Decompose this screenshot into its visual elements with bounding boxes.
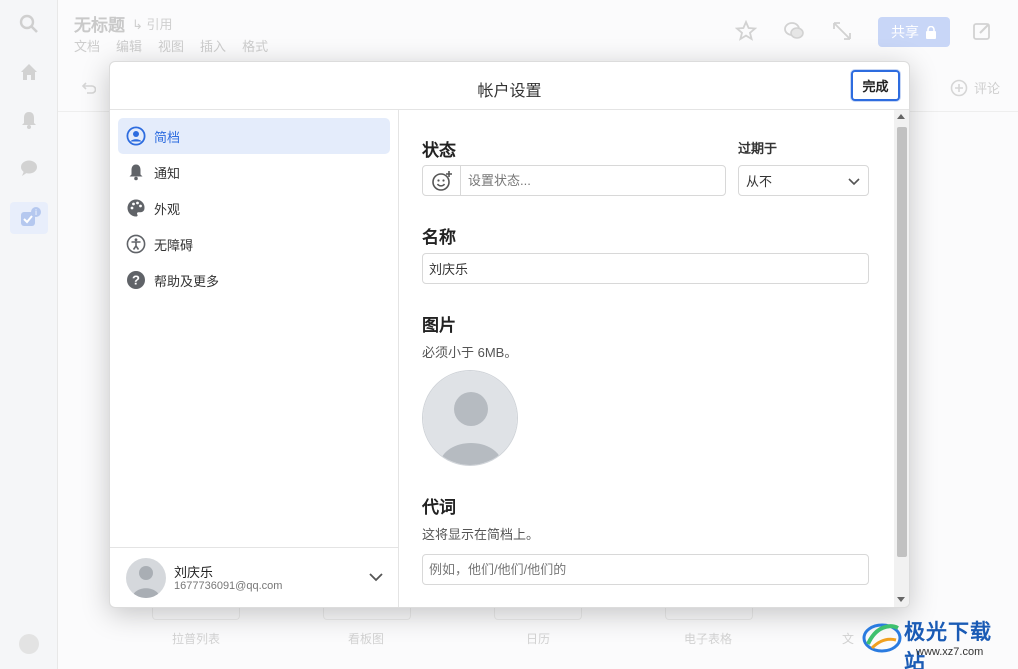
- template-label: 日历: [526, 632, 551, 646]
- sidebar-item-label: 帮助及更多: [154, 273, 220, 289]
- doc-title: 无标题: [74, 16, 125, 35]
- scroll-up-arrow-icon[interactable]: [897, 114, 905, 119]
- aurora-logo-icon: [862, 623, 902, 653]
- name-field[interactable]: [422, 253, 869, 284]
- sidebar-item-label: 简档: [154, 129, 181, 145]
- sidebar-item-label: 通知: [154, 165, 181, 181]
- status-heading: 状态: [422, 141, 456, 160]
- sidebar-item-help[interactable]: ? 帮助及更多: [118, 262, 390, 298]
- expire-select[interactable]: 从不: [738, 165, 869, 196]
- template-label: 拉普列表: [172, 632, 221, 646]
- tasks-icon[interactable]: i: [10, 202, 48, 234]
- add-emoji-button[interactable]: [423, 166, 461, 195]
- dialog-header: 帐户设置 完成: [110, 62, 909, 110]
- pronoun-field[interactable]: [422, 554, 869, 585]
- svg-text:?: ?: [132, 273, 140, 288]
- chevron-down-icon: [848, 178, 860, 186]
- user-account-switcher[interactable]: 刘庆乐 1677736091@qq.com: [110, 547, 398, 607]
- user-email: 1677736091@qq.com: [174, 580, 283, 592]
- sidebar-item-appearance[interactable]: 外观: [118, 190, 390, 226]
- sidebar-item-notifications[interactable]: 通知: [118, 154, 390, 190]
- expire-value: 从不: [746, 174, 773, 189]
- watermark-brand: 极光下载站: [904, 621, 992, 669]
- scrollbar[interactable]: [894, 110, 909, 607]
- expire-label: 过期于: [738, 141, 778, 156]
- comment-label: 评论: [974, 81, 1001, 96]
- pronoun-heading: 代词: [422, 498, 456, 517]
- star-icon[interactable]: [734, 19, 758, 42]
- add-comment-icon: [950, 79, 968, 96]
- sidebar-item-accessibility[interactable]: 无障碍: [118, 226, 390, 262]
- app-rail: i: [0, 0, 58, 669]
- user-avatar-icon[interactable]: [17, 632, 41, 656]
- menu-item[interactable]: 插入: [200, 36, 226, 55]
- lock-icon: [926, 25, 936, 39]
- doc-menu: 文档 编辑 视图 插入 格式: [74, 36, 268, 55]
- user-name: 刘庆乐: [174, 565, 214, 580]
- scroll-down-arrow-icon[interactable]: [897, 597, 905, 602]
- sidebar-item-profile[interactable]: 简档: [118, 118, 390, 154]
- template-label: 文: [842, 632, 855, 646]
- sidebar-item-label: 外观: [154, 201, 181, 217]
- menu-item[interactable]: 文档: [74, 36, 100, 55]
- edit-icon[interactable]: [971, 20, 993, 42]
- chevron-down-icon[interactable]: [367, 568, 385, 586]
- expand-icon[interactable]: [831, 20, 853, 42]
- accessibility-icon: [126, 234, 146, 254]
- pronoun-hint: 这将显示在简档上。: [422, 527, 540, 542]
- menu-item[interactable]: 编辑: [116, 36, 142, 55]
- scrollbar-thumb[interactable]: [897, 127, 907, 557]
- svg-text:i: i: [35, 208, 37, 217]
- help-icon: ?: [126, 270, 146, 290]
- emoji-add-icon: [431, 170, 452, 191]
- status-input[interactable]: [461, 166, 725, 195]
- watermark: 极光下载站 www.xz7.com: [860, 610, 1010, 669]
- menu-item[interactable]: 格式: [242, 36, 268, 55]
- profile-panel: 状态 过期于 从不 名称 图片 必须小于 6MB。 代词 这将显示在简档上。: [400, 110, 894, 607]
- palette-icon: [126, 198, 146, 218]
- bell-icon[interactable]: [17, 108, 41, 132]
- status-field: [422, 165, 726, 196]
- template-label: 看板图: [348, 632, 385, 646]
- chat-icon[interactable]: [17, 156, 41, 180]
- home-icon[interactable]: [17, 60, 41, 84]
- comment-button[interactable]: 评论: [950, 78, 1000, 97]
- dialog-title: 帐户设置: [477, 83, 542, 100]
- name-heading: 名称: [422, 228, 456, 247]
- bell-icon: [126, 162, 146, 182]
- sidebar-item-label: 无障碍: [154, 237, 194, 253]
- picture-hint: 必须小于 6MB。: [422, 345, 518, 360]
- done-button[interactable]: 完成: [851, 70, 900, 101]
- template-label: 电子表格: [684, 632, 733, 646]
- profile-picture[interactable]: [422, 370, 518, 466]
- doc-ref-link[interactable]: ↳ 引用: [132, 14, 173, 33]
- picture-heading: 图片: [422, 316, 456, 335]
- account-settings-dialog: 帐户设置 完成 简档 通知 外观 无障碍 ? 帮助及更多 刘庆乐 1677736…: [109, 61, 910, 608]
- settings-sidebar: 简档 通知 外观 无障碍 ? 帮助及更多 刘庆乐 1677736091@qq.c…: [110, 110, 399, 607]
- share-label: 共享: [891, 24, 919, 40]
- undo-icon[interactable]: [80, 80, 96, 96]
- menu-item[interactable]: 视图: [158, 36, 184, 55]
- watermark-url: www.xz7.com: [916, 646, 984, 658]
- search-icon[interactable]: [17, 12, 41, 36]
- avatar: [126, 558, 166, 598]
- profile-icon: [126, 126, 146, 146]
- comments-icon[interactable]: [783, 20, 805, 42]
- share-button[interactable]: 共享: [878, 17, 950, 47]
